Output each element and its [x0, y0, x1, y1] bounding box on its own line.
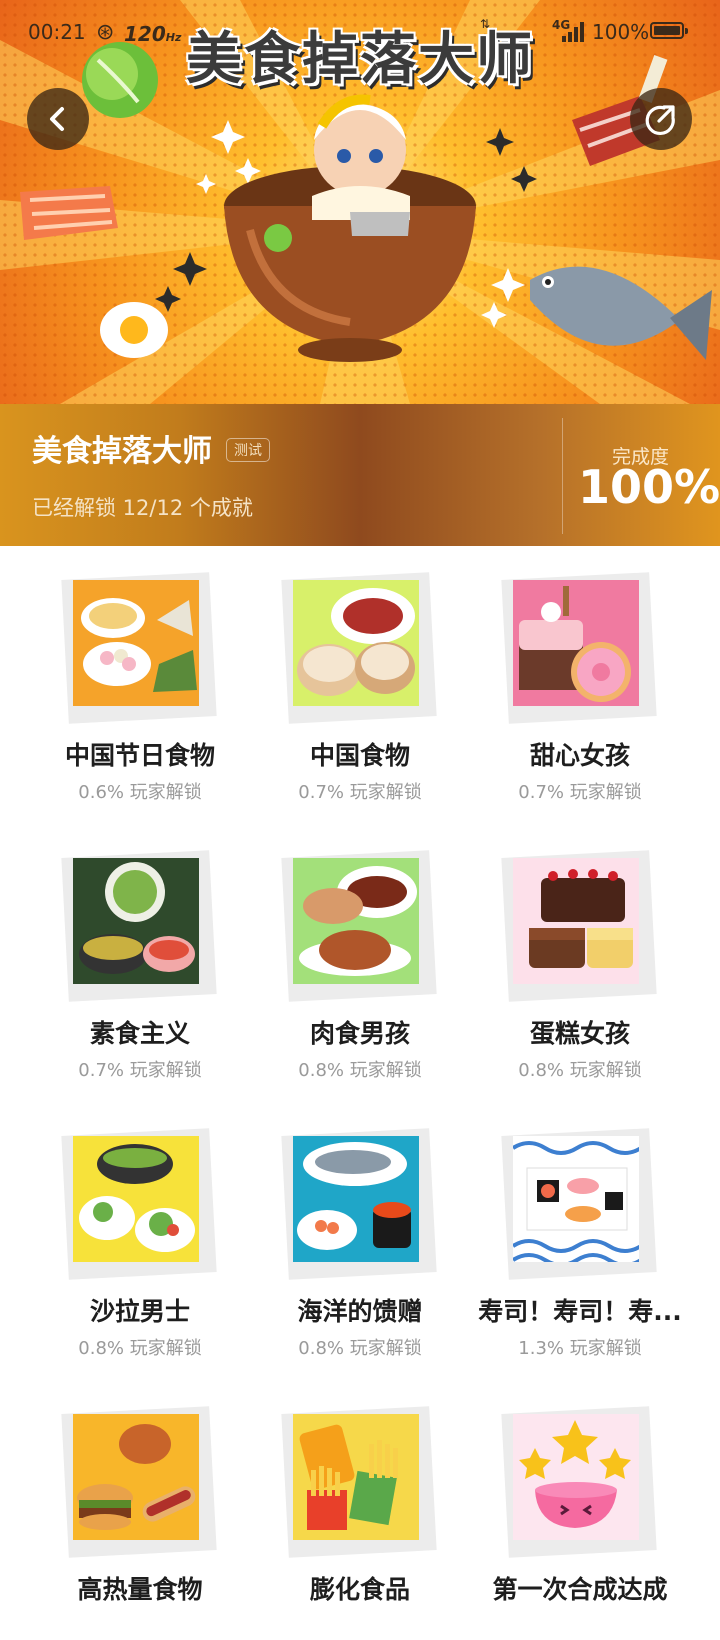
hero-banner: 美食掉落大师 00:21 ⊛ 120Hz ⇅ 4G 100% — [0, 0, 720, 404]
achievement-item[interactable]: 素食主义 0.7% 玩家解锁 — [30, 824, 250, 1084]
festival-food-icon — [73, 580, 199, 706]
achievement-item[interactable]: 中国食物 0.7% 玩家解锁 — [250, 546, 470, 806]
divider — [562, 418, 563, 534]
achievement-item[interactable]: 高热量食物 — [30, 1380, 250, 1640]
share-button[interactable] — [630, 88, 692, 150]
snacks-icon — [293, 1414, 419, 1540]
unlock-percent: 0.8% 玩家解锁 — [78, 1338, 202, 1359]
achievement-title: 蛋糕女孩 — [529, 1019, 630, 1048]
test-tag: 测试 — [226, 438, 270, 462]
unlock-percent: 0.6% 玩家解锁 — [78, 782, 202, 803]
stars-bowl-icon — [513, 1414, 639, 1540]
achievement-title: 第一次合成达成 — [492, 1575, 668, 1604]
game-name: 美食掉落大师 — [32, 434, 212, 469]
unlock-percent: 0.7% 玩家解锁 — [518, 782, 642, 803]
cake-donut-icon — [513, 580, 639, 706]
achievement-title: 中国食物 — [309, 741, 410, 770]
vegetarian-icon — [73, 858, 199, 984]
status-bar: 00:21 ⊛ 120Hz ⇅ 4G 100% — [0, 0, 720, 62]
unlock-percent: 0.8% 玩家解锁 — [518, 1060, 642, 1081]
refresh-rate: 120Hz — [124, 22, 182, 46]
egg-icon — [100, 302, 168, 358]
achievement-item[interactable]: 甜心女孩 0.7% 玩家解锁 — [470, 546, 690, 806]
roast-meat-icon — [293, 858, 419, 984]
achievement-item[interactable]: 肉食男孩 0.8% 玩家解锁 — [250, 824, 470, 1084]
unlocked-count: 已经解锁 12/12 个成就 — [32, 496, 253, 520]
achievement-title: 中国节日食物 — [64, 741, 215, 770]
unlock-percent: 0.7% 玩家解锁 — [78, 1060, 202, 1081]
unlock-percent: 0.7% 玩家解锁 — [298, 782, 422, 803]
achievement-title: 膨化食品 — [309, 1575, 410, 1604]
share-icon — [645, 105, 675, 136]
completion-value: 100% — [578, 460, 720, 514]
back-button[interactable] — [27, 88, 89, 150]
dumplings-icon — [293, 580, 419, 706]
chevron-left-icon — [50, 107, 64, 131]
signal-icon — [562, 22, 588, 42]
battery-percent: 100% — [592, 20, 650, 44]
salmon-icon — [20, 186, 118, 240]
achievement-item[interactable]: 蛋糕女孩 0.8% 玩家解锁 — [470, 824, 690, 1084]
achievement-item[interactable]: 海洋的馈赠 0.8% 玩家解锁 — [250, 1102, 470, 1362]
achievement-title: 沙拉男士 — [89, 1297, 190, 1326]
achievement-item[interactable]: 沙拉男士 0.8% 玩家解锁 — [30, 1102, 250, 1362]
cakes-icon — [513, 858, 639, 984]
achievement-item[interactable]: 第一次合成达成 — [470, 1380, 690, 1640]
status-time: 00:21 — [28, 20, 86, 44]
fish-icon — [530, 266, 712, 360]
network-speed-icon: ⇅ — [480, 17, 491, 31]
achievement-summary: 美食掉落大师 测试 已经解锁 12/12 个成就 完成度 100% — [0, 404, 720, 546]
salad-icon — [73, 1136, 199, 1262]
achievement-title: 海洋的馈赠 — [297, 1297, 423, 1326]
unlock-percent: 0.8% 玩家解锁 — [298, 1060, 422, 1081]
achievement-item[interactable]: 寿司！寿司！寿... 1.3% 玩家解锁 — [470, 1102, 690, 1362]
achievement-item[interactable]: 中国节日食物 0.6% 玩家解锁 — [30, 546, 250, 806]
fast-food-icon — [73, 1414, 199, 1540]
unlock-percent: 1.3% 玩家解锁 — [518, 1338, 642, 1359]
achievement-title: 肉食男孩 — [309, 1019, 410, 1048]
achievement-item[interactable]: 膨化食品 — [250, 1380, 470, 1640]
achievement-title: 寿司！寿司！寿... — [478, 1297, 682, 1326]
seafood-icon — [293, 1136, 419, 1262]
unlock-percent: 0.8% 玩家解锁 — [298, 1338, 422, 1359]
battery-icon — [650, 22, 688, 39]
achievement-title: 高热量食物 — [77, 1575, 203, 1604]
sushi-icon — [513, 1136, 639, 1262]
achievement-title: 甜心女孩 — [529, 741, 630, 770]
achievement-title: 素食主义 — [89, 1019, 190, 1048]
refresh-rate-icon: ⊛ — [96, 20, 115, 45]
